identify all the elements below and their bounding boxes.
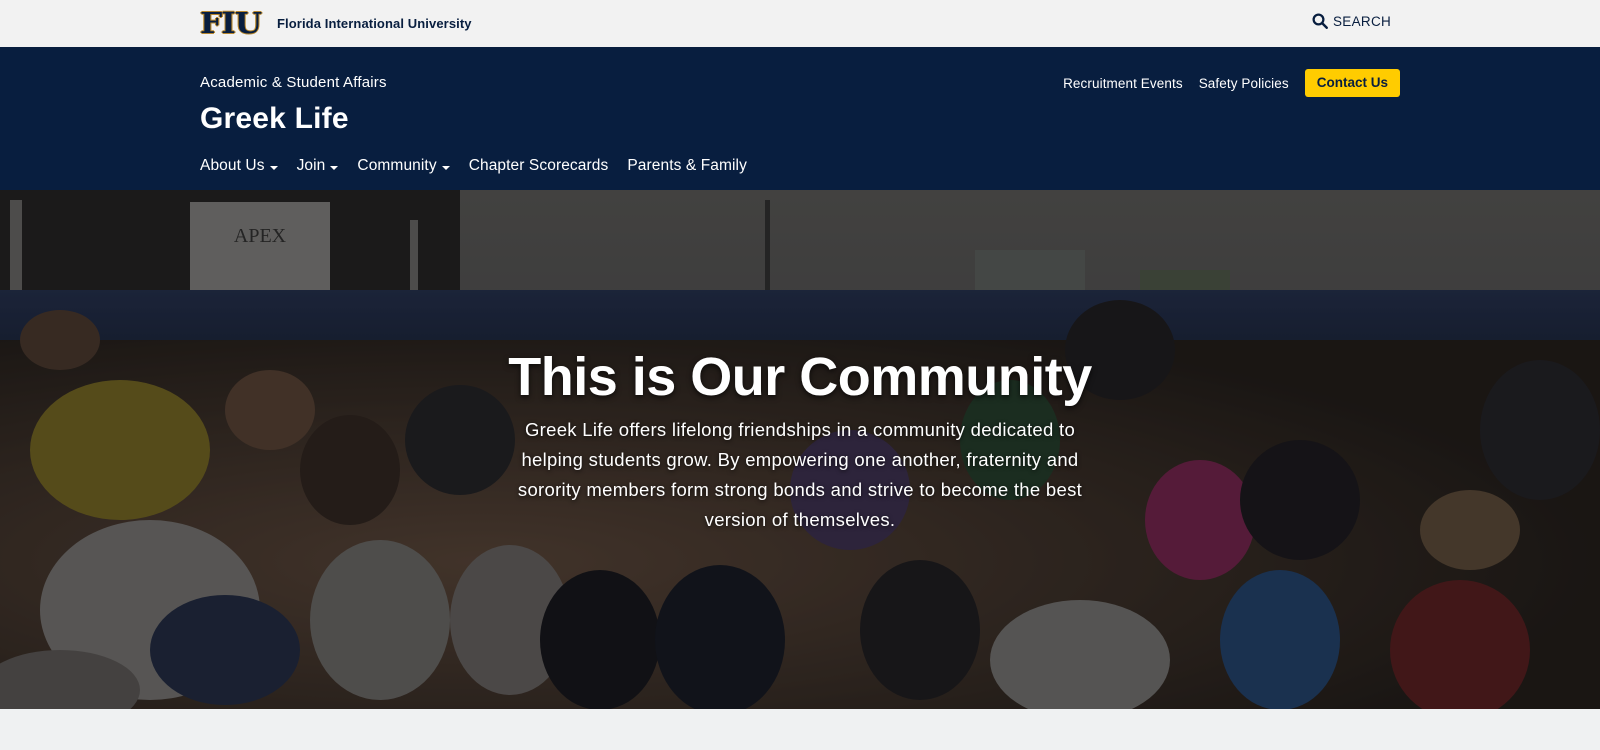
caret-down-icon [441,165,450,170]
nav-item-label: Parents & Family [627,157,747,174]
header-utility-links: Recruitment Events Safety Policies Conta… [1047,69,1400,97]
hero-title: This is Our Community [508,347,1092,407]
nav-item-about-us[interactable]: About Us [200,157,278,175]
site-title[interactable]: Greek Life [200,102,349,136]
safety-policies-link[interactable]: Safety Policies [1199,76,1289,91]
nav-item-label: About Us [200,157,265,174]
contact-us-button[interactable]: Contact Us [1304,69,1400,97]
university-name: Florida International University [277,15,472,31]
utility-bar: FIU Florida International University SEA… [0,0,1600,47]
caret-down-icon [269,165,278,170]
nav-item-join[interactable]: Join [297,157,339,175]
nav-item-label: Community [357,157,437,174]
fiu-home-link[interactable]: FIU Florida International University [200,8,472,38]
fiu-logo: FIU [200,6,262,40]
nav-item-community[interactable]: Community [357,157,450,175]
hero-description: Greek Life offers lifelong friendships i… [517,419,1083,530]
main-nav: About Us Join Community Chapter Scorecar… [200,157,766,175]
site-header: Academic & Student Affairs Greek Life Re… [0,47,1600,190]
search-button[interactable]: SEARCH [1311,12,1391,30]
nav-item-parents-family[interactable]: Parents & Family [627,157,747,175]
content-area [0,709,1600,750]
nav-item-chapter-scorecards[interactable]: Chapter Scorecards [469,157,609,175]
search-icon [1312,13,1328,29]
hero-banner: APEX This is Our Community Greek Life of… [0,190,1600,709]
caret-down-icon [330,165,339,170]
nav-item-label: Chapter Scorecards [468,157,609,174]
recruitment-events-link[interactable]: Recruitment Events [1063,76,1183,91]
parent-unit-link[interactable]: Academic & Student Affairs [200,74,387,91]
hero-content: This is Our Community Greek Life offers … [480,348,1120,535]
nav-item-label: Join [296,157,326,174]
search-label: SEARCH [1333,13,1392,29]
